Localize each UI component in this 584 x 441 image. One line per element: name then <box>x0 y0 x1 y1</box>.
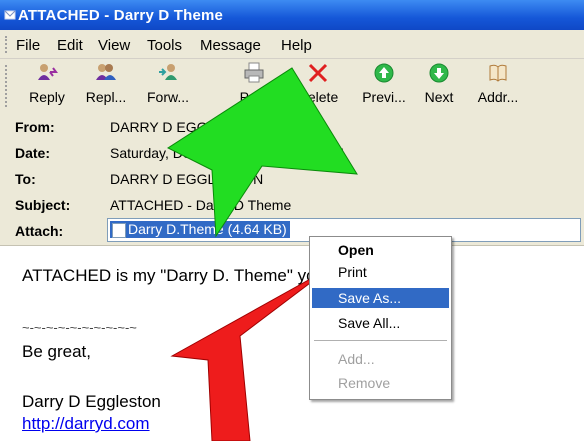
message-body[interactable]: ATTACHED is my "Darry D. Theme" you requ… <box>0 246 584 441</box>
from-value: DARRY D EGGLESTON <box>110 119 264 135</box>
address-book-icon <box>489 64 507 82</box>
reply-all-icon <box>96 64 116 80</box>
open-label: Open <box>338 242 374 258</box>
message-icon[interactable] <box>4 9 16 21</box>
print-button[interactable]: Print <box>229 59 279 113</box>
file-icon <box>112 223 126 238</box>
website-link[interactable]: http://darryd.com <box>22 414 150 434</box>
from-label: From: <box>15 119 55 135</box>
attachment-name: Darry D.Theme (4.64 KB) <box>128 221 287 237</box>
delete-label: Delete <box>297 89 339 105</box>
title-bar: ATTACHED - Darry D Theme <box>0 0 584 30</box>
print-icon <box>244 62 264 83</box>
print-menu-label: Print <box>338 264 367 280</box>
reply-button[interactable]: Reply <box>20 59 74 113</box>
signature-separator: ~-~-~-~-~-~-~-~-~-~ <box>22 320 137 335</box>
menu-item-add[interactable]: Add... <box>312 349 449 369</box>
date-value: Saturday, December ... 2005 6:40 PM <box>110 145 344 161</box>
date-label: Date: <box>15 145 51 161</box>
menu-grip[interactable] <box>5 36 10 53</box>
print-label: Print <box>239 89 269 105</box>
forward-label: Forw... <box>146 89 189 105</box>
save-all-label: Save All... <box>338 315 401 331</box>
reply-all-button[interactable]: Repl... <box>77 59 135 113</box>
delete-button[interactable]: Delete <box>290 59 346 113</box>
forward-icon <box>159 64 177 80</box>
menu-help[interactable]: Help <box>281 37 312 54</box>
address-book-label: Addr... <box>477 89 519 105</box>
attach-label: Attach: <box>15 223 64 239</box>
sender-name: Darry D Eggleston <box>22 392 161 411</box>
add-label: Add... <box>338 351 375 367</box>
menu-file[interactable]: File <box>16 37 40 54</box>
toolbar: Reply Repl... Forw... Print Delete Previ… <box>0 59 584 114</box>
context-menu: Open Print Save As... Save All... Add...… <box>309 236 452 400</box>
toolbar-grip[interactable] <box>5 65 10 107</box>
forward-button[interactable]: Forw... <box>138 59 198 113</box>
menu-bar: File Edit View Tools Message Help <box>0 30 584 59</box>
menu-view[interactable]: View <box>98 37 130 54</box>
attachment-item[interactable]: Darry D.Theme (4.64 KB) <box>110 221 290 238</box>
delete-icon <box>308 63 328 83</box>
reply-label: Reply <box>29 89 65 105</box>
to-value: DARRY D EGGLESTON <box>110 171 264 187</box>
next-label: Next <box>424 89 454 105</box>
remove-label: Remove <box>338 375 391 391</box>
address-book-button[interactable]: Addr... <box>470 59 526 113</box>
to-label: To: <box>15 171 36 187</box>
save-as-label: Save As... <box>338 290 402 306</box>
subject-value: ATTACHED - Darry D Theme <box>110 197 292 213</box>
next-icon <box>429 63 449 83</box>
previous-label: Previ... <box>362 89 406 105</box>
reply-all-label: Repl... <box>85 89 127 105</box>
closing-line: Be great, <box>22 342 91 361</box>
menu-item-save-as[interactable]: Save As... <box>312 288 449 308</box>
previous-button[interactable]: Previ... <box>356 59 412 113</box>
subject-label: Subject: <box>15 197 71 213</box>
menu-message[interactable]: Message <box>200 37 261 54</box>
reply-icon <box>38 64 58 80</box>
previous-icon <box>374 63 394 83</box>
menu-item-print[interactable]: Print <box>312 262 449 282</box>
menu-item-save-all[interactable]: Save All... <box>312 313 449 333</box>
menu-edit[interactable]: Edit <box>57 37 83 54</box>
menu-item-open[interactable]: Open <box>312 240 449 260</box>
menu-item-remove[interactable]: Remove <box>312 373 449 393</box>
window-title: ATTACHED - Darry D Theme <box>18 7 224 24</box>
menu-tools[interactable]: Tools <box>147 37 182 54</box>
menu-separator <box>314 340 447 341</box>
next-button[interactable]: Next <box>414 59 464 113</box>
